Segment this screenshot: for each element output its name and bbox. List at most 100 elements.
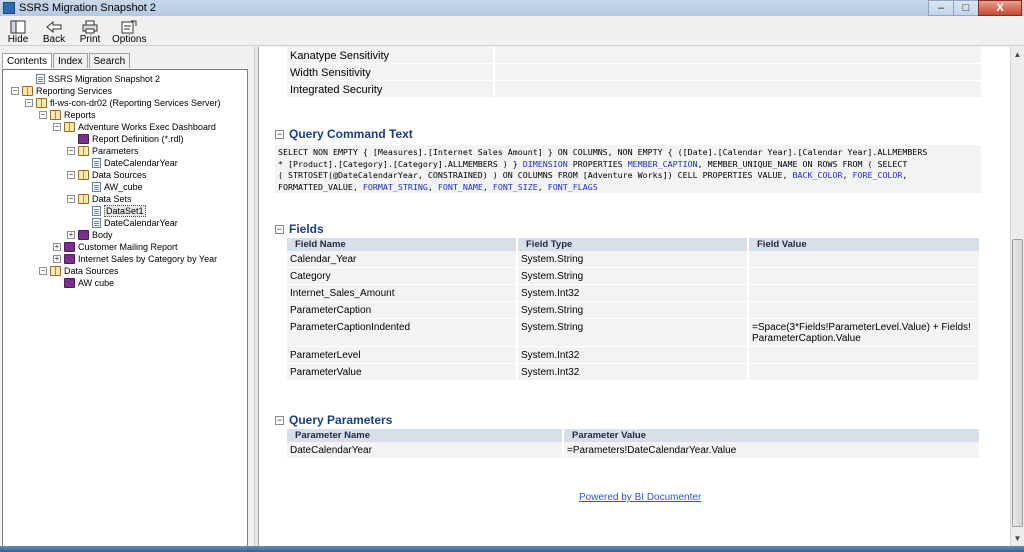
expand-icon[interactable]: + <box>53 243 61 251</box>
table-cell <box>749 285 981 301</box>
collapse-query-parameters-toggle[interactable]: − <box>275 415 284 425</box>
tree-item[interactable]: − Adventure Works Exec Dashboard <box>53 121 216 133</box>
tree-item[interactable]: SSRS Migration Snapshot 2 <box>25 73 160 85</box>
page-icon <box>92 206 101 216</box>
code-text: PROPERTIES <box>567 158 628 169</box>
table-cell: System.Int32 <box>518 364 749 380</box>
code-text: * [Product].[Category].[Category].ALLMEM… <box>278 158 523 169</box>
code-keyword: FORE_COLOR <box>852 170 903 180</box>
table-row: ParameterLevel System.Int32 <box>287 347 981 364</box>
tree-item[interactable]: + Customer Mailing Report <box>53 241 178 253</box>
minimize-button[interactable]: – <box>928 0 954 16</box>
table-cell: System.String <box>518 319 749 346</box>
closed-book-icon <box>64 242 75 252</box>
code-keyword: FONT_NAME <box>437 181 483 192</box>
tree-item-label: Data Sources <box>64 266 119 276</box>
collapse-icon[interactable]: − <box>11 87 19 95</box>
tree-item[interactable]: AW_cube <box>81 181 143 193</box>
fields-table: Field Name Field Type Field Value Calendar_… <box>287 238 981 381</box>
scroll-thumb[interactable] <box>1012 239 1023 527</box>
open-book-icon <box>78 146 89 156</box>
expand-icon[interactable]: + <box>67 231 75 239</box>
hide-button[interactable]: Hide <box>4 16 32 46</box>
tab-contents[interactable]: Contents <box>2 53 53 68</box>
maximize-button[interactable]: □ <box>953 0 979 16</box>
window-controls: – □ X <box>928 0 1022 16</box>
tree-item-label: AW cube <box>78 278 115 288</box>
tree-item[interactable]: − Reports <box>39 109 96 121</box>
query-parameters-table: Parameter Name Parameter Value DateCalenda… <box>287 429 981 459</box>
table-cell: DateCalendarYear <box>287 442 564 458</box>
print-button[interactable]: Print <box>76 16 104 46</box>
collapse-icon[interactable]: − <box>25 99 33 107</box>
back-button[interactable]: Back <box>40 16 68 46</box>
code-keyword: FONT_SIZE <box>492 181 538 192</box>
table-cell: Calendar_Year <box>287 251 518 267</box>
table-cell: System.String <box>518 251 749 267</box>
code-keyword: BACK_COLOR <box>792 170 843 180</box>
title-bar: SSRS Migration Snapshot 2 – □ X <box>0 0 1024 16</box>
tree-item[interactable]: DateCalendarYear <box>81 157 178 169</box>
collapse-fields-toggle[interactable]: − <box>275 224 284 234</box>
open-book-icon <box>64 122 75 132</box>
open-book-icon <box>50 266 61 276</box>
tree-item[interactable]: DateCalendarYear <box>81 217 178 229</box>
table-cell: Category <box>287 268 518 284</box>
tree-item[interactable]: − Data Sets <box>67 193 132 205</box>
closed-book-icon <box>64 254 75 264</box>
scroll-up-icon[interactable]: ▲ <box>1011 47 1024 61</box>
tree-item[interactable]: Report Definition (*.rdl) <box>67 133 184 145</box>
tree-item[interactable]: DataSet1 <box>81 205 146 217</box>
tree-item[interactable]: − Parameters <box>67 145 139 157</box>
open-book-icon <box>50 110 61 120</box>
column-header: Field Name <box>287 238 518 251</box>
table-cell <box>749 268 981 284</box>
tab-index[interactable]: Index <box>53 53 88 68</box>
property-row: Kanatype Sensitivity <box>287 47 981 64</box>
collapse-icon[interactable]: − <box>39 111 47 119</box>
tree-item[interactable]: + Body <box>67 229 113 241</box>
collapse-icon[interactable]: − <box>53 123 61 131</box>
back-arrow-icon <box>46 19 62 34</box>
tree-item[interactable]: + Internet Sales by Category by Year <box>53 253 217 265</box>
hide-icon <box>10 19 26 34</box>
tree-item-label: AW_cube <box>104 182 143 192</box>
tree-item-label: Customer Mailing Report <box>78 242 178 252</box>
column-header: Field Type <box>518 238 749 251</box>
open-book-icon <box>78 194 89 204</box>
collapse-query-command-toggle[interactable]: − <box>275 129 284 139</box>
close-button[interactable]: X <box>978 0 1022 16</box>
table-cell: ParameterLevel <box>287 347 518 363</box>
column-header: Parameter Value <box>564 429 981 442</box>
query-command-text: SELECT NON EMPTY { [Measures].[Internet … <box>275 145 981 193</box>
code-text: , MEMBER_UNIQUE_NAME ON ROWS FROM ( SELE… <box>697 158 908 169</box>
code-keyword: FORMAT_STRING <box>362 181 428 192</box>
tree-item[interactable]: − Data Sources <box>39 265 119 277</box>
page-icon <box>92 182 101 192</box>
options-icon <box>121 19 137 34</box>
code-keyword: MEMBER_CAPTION <box>627 158 698 169</box>
options-button[interactable]: Options <box>112 16 146 46</box>
page-icon <box>92 158 101 168</box>
powered-by-link[interactable]: Powered by BI Documenter <box>579 492 701 503</box>
collapse-icon[interactable]: − <box>67 147 75 155</box>
scroll-down-icon[interactable]: ▼ <box>1011 531 1024 545</box>
collapse-icon[interactable]: − <box>67 171 75 179</box>
tree-item-label: Report Definition (*.rdl) <box>92 134 184 144</box>
tree-item[interactable]: − Reporting Services <box>11 85 112 97</box>
expand-icon[interactable]: + <box>53 255 61 263</box>
tree-item-label: Parameters <box>92 146 139 156</box>
vertical-scrollbar[interactable]: ▲ ▼ <box>1010 47 1024 546</box>
tree-item-label: Reports <box>64 110 96 120</box>
tree-item[interactable]: AW cube <box>53 277 114 289</box>
fields-heading: Fields <box>289 222 324 236</box>
table-row: Calendar_Year System.String <box>287 251 981 268</box>
table-cell: System.String <box>518 268 749 284</box>
tree-item[interactable]: − Data Sources <box>67 169 147 181</box>
collapse-icon[interactable]: − <box>39 267 47 275</box>
navigation-pane: Contents Index Search SSRS Migration Sna… <box>0 47 254 552</box>
tree-item[interactable]: − fl-ws-con-dr02 (Reporting Services Serv… <box>25 97 221 109</box>
tab-search[interactable]: Search <box>88 53 131 68</box>
table-cell: Internet_Sales_Amount <box>287 285 518 301</box>
collapse-icon[interactable]: − <box>67 195 75 203</box>
